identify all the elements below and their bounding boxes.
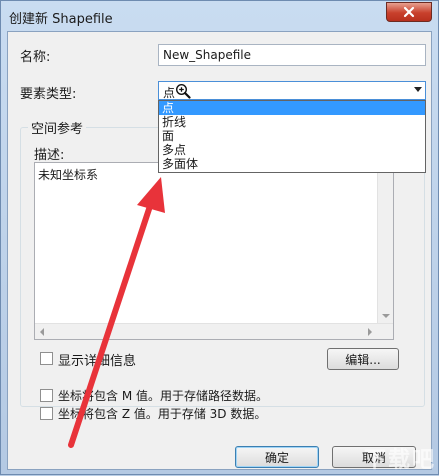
annotation-arrow [68, 177, 165, 448]
dialog-window: 创建新 Shapefile 名称: New_Shapefile 要素类型: 点 … [0, 0, 439, 475]
